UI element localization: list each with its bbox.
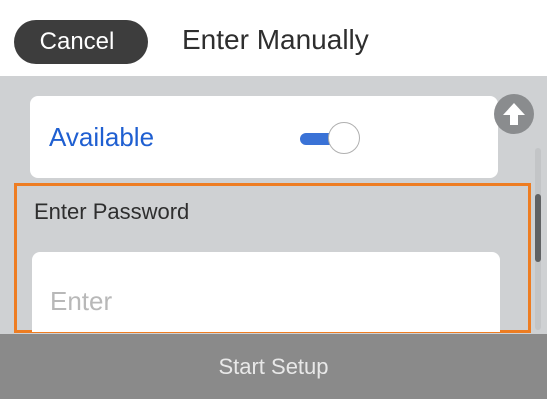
arrow-up-icon bbox=[503, 103, 525, 125]
available-label: Available bbox=[49, 122, 155, 152]
scrollbar-thumb[interactable] bbox=[535, 194, 541, 262]
available-toggle[interactable] bbox=[300, 122, 360, 154]
settings-panel: Available Enter Password bbox=[0, 76, 547, 334]
password-section: Enter Password bbox=[14, 183, 531, 333]
password-input[interactable] bbox=[32, 252, 500, 332]
page-title: Enter Manually bbox=[182, 24, 369, 55]
toggle-knob bbox=[328, 122, 360, 154]
available-setting-card: Available bbox=[30, 96, 498, 178]
scroll-up-button[interactable] bbox=[494, 94, 534, 134]
password-label: Enter Password bbox=[34, 199, 190, 224]
start-setup-button[interactable]: Start Setup bbox=[0, 334, 547, 399]
cancel-button[interactable]: Cancel bbox=[14, 20, 148, 64]
header-bar: Cancel Enter Manually bbox=[0, 0, 547, 76]
